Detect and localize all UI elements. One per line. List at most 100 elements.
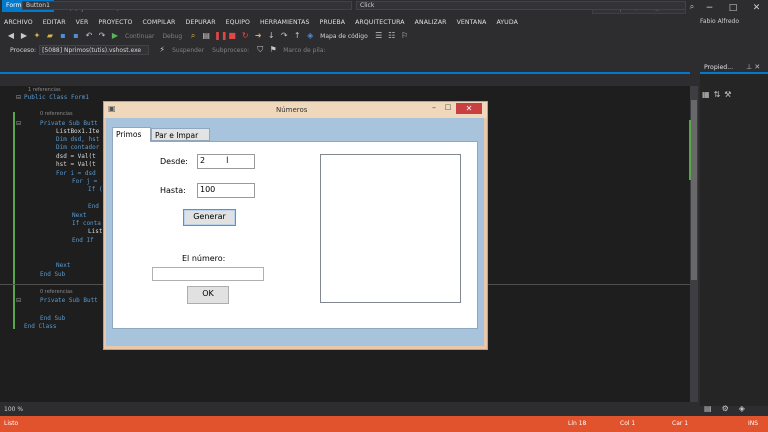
debug-location-toolbar: Proceso: [5088] Nprimos(tutis).vshost.ex… (0, 43, 768, 57)
changed-lines-margin (13, 293, 15, 329)
code-line: Next (72, 212, 87, 219)
minimize-icon[interactable]: − (706, 3, 714, 13)
menu-prueba[interactable]: PRUEBA (320, 19, 346, 26)
properties-panel-title[interactable]: Propied... (704, 64, 733, 71)
save-all-icon[interactable]: ▪ (71, 31, 81, 41)
property-pages-icon[interactable]: ⚒ (724, 90, 731, 102)
menu-compilar[interactable]: COMPILAR (142, 19, 175, 26)
collapse-toggle-icon[interactable]: ⊟ (16, 94, 21, 101)
stack-frame-label: Marco de pila: (283, 46, 326, 54)
continue-button[interactable]: Continuar (125, 33, 154, 40)
panel-buttons: ⊥ ✕ (746, 63, 760, 71)
bookmark-icon[interactable]: ⚐ (400, 31, 410, 41)
menu-proyecto[interactable]: PROYECTO (98, 19, 132, 26)
step-out-icon[interactable]: ↑ (292, 31, 302, 41)
scrollbar-thumb[interactable] (691, 100, 697, 280)
hasta-input[interactable]: 100 (197, 183, 255, 198)
new-project-icon[interactable]: ✦ (32, 31, 42, 41)
collapse-toggle-icon[interactable]: ⊟ (16, 120, 21, 127)
solution-explorer-icon[interactable]: ▤ (201, 31, 211, 41)
filter-icon[interactable]: ⛉ (255, 45, 265, 55)
suspend-button[interactable]: Suspender (172, 47, 204, 54)
configuration-combo[interactable]: Debug (162, 33, 182, 40)
code-map-icon[interactable]: ◈ (305, 31, 315, 41)
lifecycle-events-icon[interactable]: ⚡ (157, 45, 167, 55)
menu-analizar[interactable]: ANALIZAR (415, 19, 447, 26)
menu-herramientas[interactable]: HERRAMIENTAS (260, 19, 310, 26)
menu-depurar[interactable]: DEPURAR (185, 19, 215, 26)
search-icon[interactable]: ⌕ (687, 2, 697, 12)
code-map-button[interactable]: Mapa de código (320, 33, 368, 40)
method-combo[interactable]: Click (356, 1, 686, 10)
menu-ver[interactable]: VER (76, 19, 89, 26)
code-line: Public Class Form1 (24, 94, 90, 101)
code-line: ListBox1.Ite (56, 128, 100, 135)
status-line: Lín 18 (568, 420, 587, 427)
code-lens-references[interactable]: 0 referencias (40, 289, 73, 295)
numero-input[interactable] (152, 267, 264, 281)
forward-icon[interactable]: ▶ (19, 31, 29, 41)
app-icon[interactable]: ▣ (108, 104, 117, 113)
restart-icon[interactable]: ↻ (240, 31, 250, 41)
code-line: List (88, 228, 103, 235)
undo-icon[interactable]: ↶ (84, 31, 94, 41)
process-combo[interactable]: [5088] Nprimos(tutis).vshost.exe (39, 45, 150, 55)
process-label: Proceso: (10, 46, 37, 54)
show-next-statement-icon[interactable]: ➜ (253, 31, 263, 41)
code-line: If ( (88, 186, 103, 193)
code-lens-references[interactable]: 1 referencias (28, 87, 61, 93)
close-icon[interactable]: ✕ (753, 3, 761, 13)
app-close-icon[interactable]: ✕ (456, 103, 482, 114)
tab-par-e-impar[interactable]: Par e Impar (151, 128, 210, 141)
class-view-tab-icon[interactable]: ◈ (739, 404, 745, 416)
find-icon[interactable]: ⌕ (188, 31, 198, 41)
save-icon[interactable]: ▪ (58, 31, 68, 41)
uncomment-icon[interactable]: ☷ (387, 31, 397, 41)
solution-explorer-tab-icon[interactable]: ▤ (704, 404, 712, 416)
code-line: Dim dsd, hst (56, 136, 100, 143)
menu-ventana[interactable]: VENTANA (457, 19, 487, 26)
document-tabs (0, 60, 690, 74)
window-controls: − □ ✕ (698, 0, 768, 16)
menu-archivo[interactable]: ARCHIVO (4, 19, 33, 26)
break-all-icon[interactable]: ❚❚ (214, 31, 227, 41)
ok-button[interactable]: OK (187, 286, 229, 304)
categorized-icon[interactable]: ▦ (702, 90, 710, 102)
pin-icon[interactable]: ⊥ (746, 63, 752, 71)
menu-arquitectura[interactable]: ARQUITECTURA (355, 19, 405, 26)
code-line: End If (72, 237, 94, 244)
code-line: End Sub (40, 315, 66, 322)
collapse-toggle-icon[interactable]: ⊟ (16, 297, 21, 304)
back-icon[interactable]: ◀ (6, 31, 16, 41)
standard-toolbar: ◀ ▶ ✦ ▰ ▪ ▪ ↶ ↷ ▶ Continuar Debug ⌕ ▤ ❚❚… (0, 29, 768, 43)
zoom-level[interactable]: 100 % (4, 406, 23, 413)
status-ready: Listo (4, 420, 19, 427)
team-explorer-tab-icon[interactable]: ⚙ (722, 404, 729, 416)
step-into-icon[interactable]: ↓ (266, 31, 276, 41)
menu-equipo[interactable]: EQUIPO (226, 19, 250, 26)
app-maximize-icon[interactable]: □ (442, 103, 454, 114)
status-character: Car 1 (672, 420, 689, 427)
comment-icon[interactable]: ☰ (374, 31, 384, 41)
results-listbox[interactable] (320, 154, 461, 303)
open-folder-icon[interactable]: ▰ (45, 31, 55, 41)
stop-debugging-icon[interactable]: ■ (227, 31, 237, 41)
flag-thread-icon[interactable]: ⚑ (268, 45, 278, 55)
redo-icon[interactable]: ↷ (97, 31, 107, 41)
code-line: dsd = Val(t (56, 153, 96, 160)
properties-panel (700, 60, 768, 406)
generar-button[interactable]: Generar (183, 209, 236, 226)
step-over-icon[interactable]: ↷ (279, 31, 289, 41)
user-name[interactable]: Fabio Alfredo (700, 18, 739, 25)
alphabetical-icon[interactable]: ⇅ (714, 90, 721, 102)
tab-primos[interactable]: Primos (112, 127, 151, 142)
maximize-icon[interactable]: □ (729, 3, 738, 13)
menu-editar[interactable]: EDITAR (43, 19, 66, 26)
menu-ayuda[interactable]: AYUDA (496, 19, 517, 26)
status-bar: Listo Lín 18 Col 1 Car 1 INS (0, 416, 768, 432)
code-lens-references[interactable]: 0 referencias (40, 111, 73, 117)
class-member-combo[interactable]: Button1 (22, 1, 352, 10)
app-minimize-icon[interactable]: – (428, 103, 440, 114)
continue-icon[interactable]: ▶ (110, 31, 120, 41)
close-icon[interactable]: ✕ (754, 63, 760, 71)
